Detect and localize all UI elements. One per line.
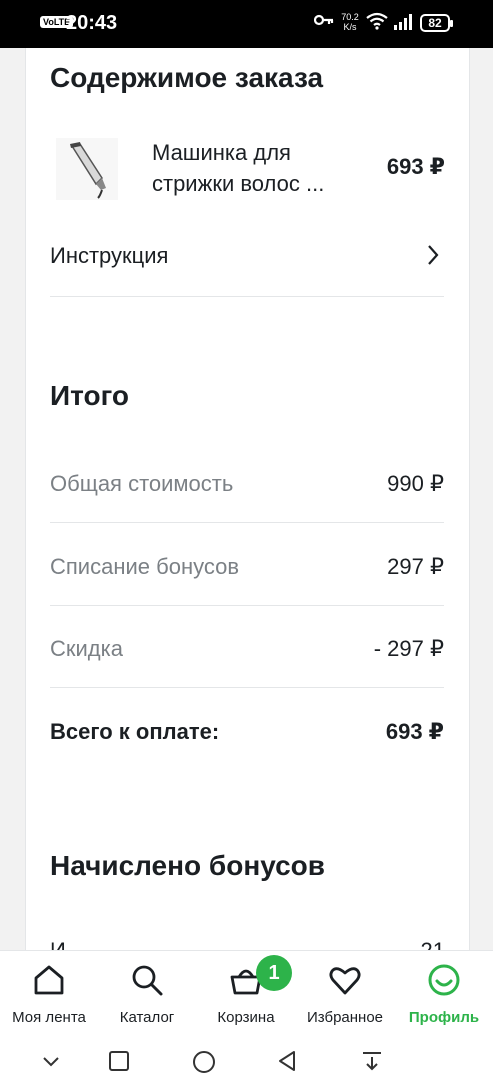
network-speed: 70.2 K/s [339, 12, 361, 32]
row-label: Скидка [50, 636, 123, 661]
nav-label: Каталог [119, 1009, 175, 1026]
nav-label: Избранное [306, 1009, 384, 1026]
product-price: 693 ₽ [386, 154, 445, 179]
nav-label: Корзина [217, 1009, 275, 1026]
product-name[interactable]: Машинка для стрижки волос ... [152, 137, 362, 199]
nav-label: Профиль [408, 1009, 480, 1026]
nav-favorites[interactable]: Избранное [296, 951, 394, 1037]
summary-row-discount: Скидка - 297 ₽ [50, 605, 444, 688]
summary-row-total-payable: Всего к оплате: 693 ₽ [50, 688, 444, 771]
total-label: Всего к оплате: [50, 719, 220, 744]
instruction-row[interactable]: Инструкция [50, 228, 444, 297]
summary-row-total-cost: Общая стоимость 990 ₽ [50, 440, 444, 523]
cart-count-badge: 1 [256, 955, 292, 991]
system-nav-bar [0, 1036, 493, 1090]
recents-button[interactable] [108, 1050, 130, 1077]
bonuses-row-label: И [50, 938, 66, 950]
battery-level: 82 [420, 14, 453, 32]
product-thumbnail[interactable] [56, 138, 118, 200]
row-label: Общая стоимость [50, 471, 234, 496]
nav-profile[interactable]: Профиль [395, 951, 493, 1037]
order-contents-title: Содержимое заказа [50, 62, 324, 93]
back-button[interactable] [276, 1050, 298, 1077]
bottom-nav: Моя лента Каталог Корзина Избранное Проф… [0, 950, 493, 1037]
heart-icon [328, 963, 362, 1002]
nav-feed[interactable]: Моя лента [0, 951, 98, 1037]
search-icon [130, 963, 164, 1002]
key-icon [313, 13, 334, 32]
status-bar: VoLTE 20:43 70.2 K/s 82 [0, 0, 493, 48]
signal-icon [394, 14, 414, 35]
row-value: - 297 ₽ [373, 636, 444, 661]
network-speed-unit: K/s [343, 22, 357, 32]
home-button[interactable] [192, 1050, 216, 1079]
nav-label: Моя лента [12, 1009, 86, 1026]
row-value: 297 ₽ [387, 554, 444, 579]
row-value: 990 ₽ [387, 471, 444, 496]
instruction-label: Инструкция [50, 243, 169, 268]
download-icon[interactable] [361, 1050, 383, 1077]
total-value: 693 ₽ [385, 719, 444, 744]
chevron-down-icon[interactable] [40, 1050, 62, 1077]
wifi-icon [366, 12, 388, 35]
network-speed-value: 70.2 [341, 12, 359, 22]
order-card: Содержимое заказа Машинка для стрижки во… [25, 48, 470, 950]
nav-catalog[interactable]: Каталог [98, 951, 196, 1037]
summary-row-bonus-writeoff: Списание бонусов 297 ₽ [50, 523, 444, 606]
bonuses-row-value: 21 [421, 938, 445, 950]
home-icon [32, 963, 66, 1002]
summary-title: Итого [50, 380, 129, 411]
smile-icon [427, 963, 461, 1002]
bonuses-title: Начислено бонусов [50, 850, 325, 881]
status-time: 20:43 [66, 12, 118, 34]
row-label: Списание бонусов [50, 554, 240, 579]
chevron-right-icon [426, 244, 440, 271]
